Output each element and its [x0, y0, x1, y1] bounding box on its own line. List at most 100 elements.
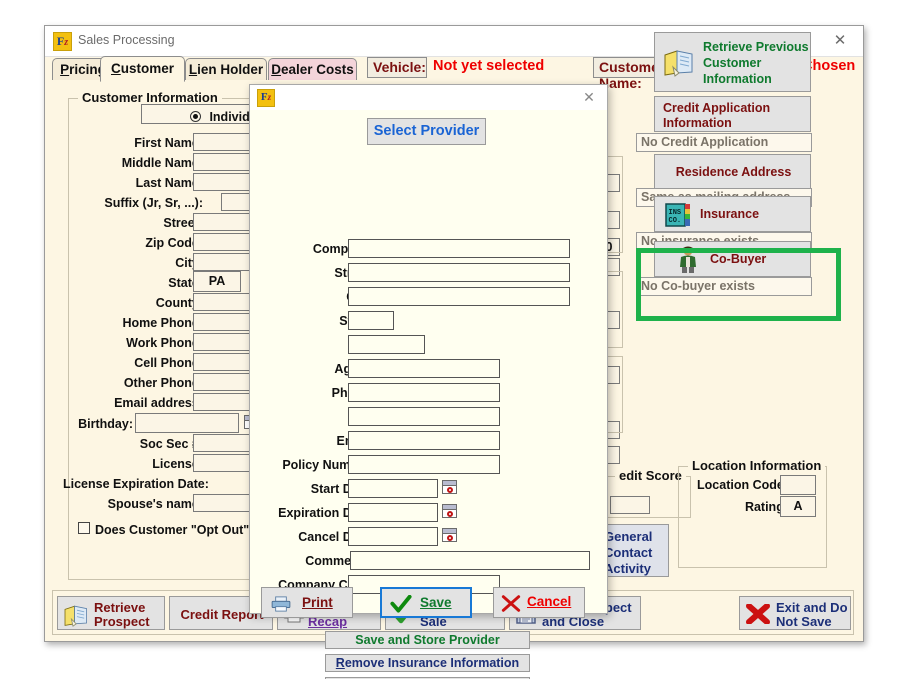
insurance-label: Insurance: [700, 207, 760, 221]
email-input[interactable]: [348, 431, 500, 450]
zip-input[interactable]: [348, 335, 425, 354]
red-x-icon: [500, 595, 522, 615]
exit-and-do-not-save-button[interactable]: Exit and Do Not Save: [739, 596, 851, 630]
ez-logo-icon: Fz: [257, 89, 275, 107]
printer-icon: [270, 596, 292, 615]
retrieve-previous-customer-information-button[interactable]: Retrieve Previous Customer Information: [654, 32, 811, 92]
location-information-legend: Location Information: [688, 458, 826, 473]
customer-information-legend: Customer Information: [78, 90, 222, 105]
remove-insurance-information-label-rest: emove Insurance Information: [344, 656, 520, 670]
company-input[interactable]: [348, 239, 570, 258]
last-name-label: Last Name:: [135, 176, 203, 190]
city-label: City:: [175, 256, 203, 270]
print-accel: P: [302, 595, 312, 610]
remove-insurance-information-button[interactable]: Remove Insurance Information: [325, 654, 530, 672]
credit-application-information-label: Credit Application Information: [663, 101, 771, 130]
person-icon: [677, 246, 699, 277]
expiration-date-calendar-icon[interactable]: [442, 504, 457, 518]
ez-logo-icon: Fz: [53, 32, 72, 51]
cancel-accel: C: [527, 594, 537, 609]
close-button[interactable]: ✕: [817, 26, 863, 55]
vehicle-value: Not yet selected: [433, 58, 545, 74]
cancel-date-input[interactable]: [348, 527, 438, 546]
start-date-input[interactable]: [348, 479, 438, 498]
save-button[interactable]: Save: [380, 587, 472, 618]
residence-address-label: Residence Address: [675, 165, 792, 179]
rating-input[interactable]: A: [780, 496, 816, 517]
fax-input[interactable]: [348, 407, 500, 426]
co-buyer-label: Co-Buyer: [710, 252, 767, 266]
comments-input[interactable]: [350, 551, 590, 570]
opt-out-checkbox[interactable]: [78, 522, 90, 534]
state-input[interactable]: PA: [193, 271, 241, 292]
location-code-input[interactable]: [780, 475, 816, 495]
save-accel: S: [420, 595, 430, 610]
license-expiration-date-label: License Expiration Date:: [63, 477, 209, 491]
credit-application-information-button[interactable]: Credit Application Information: [654, 96, 811, 132]
print-label-rest: rint: [311, 595, 333, 610]
location-code-label: Location Code:: [697, 478, 788, 492]
window-title: Sales Processing: [78, 33, 175, 47]
save-and-store-provider-button[interactable]: Save and Store Provider: [325, 631, 530, 649]
insurance-button[interactable]: INS CO. Insurance: [654, 196, 811, 232]
retrieve-prospect-button[interactable]: Retrieve Prospect: [57, 596, 165, 630]
zip-code-label: Zip Code:: [145, 236, 203, 250]
state-label: State:: [168, 276, 203, 290]
spouses-name-label: Spouse's name:: [107, 497, 203, 511]
city-input[interactable]: [348, 287, 570, 306]
select-provider-button[interactable]: Select Provider: [367, 118, 486, 145]
tab-customer[interactable]: Customer: [100, 56, 185, 82]
red-x-icon: [746, 603, 770, 627]
middle-name-label: Middle Name:: [121, 156, 203, 170]
cancel-date-calendar-icon[interactable]: [442, 528, 457, 542]
cancel-label-rest: ancel: [536, 594, 572, 609]
screenshot-root: Fz Sales Processing ✕ PPricingricing Cus…: [0, 0, 909, 679]
birthday-label: Birthday:: [78, 417, 133, 431]
suffix-label: Suffix (Jr, Sr, ...):: [104, 196, 203, 210]
license-label: License:: [152, 457, 203, 471]
svg-text:CO.: CO.: [669, 217, 682, 225]
tab-dealer-costs[interactable]: Dealer Costs: [268, 58, 357, 80]
cancel-button[interactable]: Cancel: [493, 587, 585, 618]
email-address-label: Email address:: [114, 396, 203, 410]
first-name-label: First Name:: [134, 136, 203, 150]
remove-accel: R: [335, 656, 345, 670]
co-buyer-button[interactable]: Co-Buyer: [654, 241, 811, 277]
individual-radio[interactable]: [190, 111, 201, 122]
phone-input[interactable]: [348, 383, 500, 402]
expiration-date-input[interactable]: [348, 503, 438, 522]
folder-documents-icon: [663, 47, 697, 80]
insurance-book-icon: INS CO.: [665, 203, 691, 230]
exit-and-do-not-save-label: Exit and Do Not Save: [776, 600, 848, 629]
policy-number-input[interactable]: [348, 455, 500, 474]
cell-phone-label: Cell Phone:: [134, 356, 203, 370]
street-input[interactable]: [348, 263, 570, 282]
dialog-close-button[interactable]: ✕: [571, 85, 607, 110]
soc-sec-label: Soc Sec #:: [139, 437, 203, 451]
svg-text:INS: INS: [669, 209, 682, 217]
general-contact-activity-button[interactable]: General Contact Activity: [601, 524, 669, 577]
retrieve-prospect-label: Retrieve Prospect: [94, 600, 150, 629]
other-phone-label: Other Phone:: [123, 376, 203, 390]
start-date-calendar-icon[interactable]: [442, 480, 457, 494]
tab-lien-holder[interactable]: Lien Holder: [185, 58, 267, 80]
retrieve-previous-customer-information-label: Retrieve Previous Customer Information: [703, 40, 809, 86]
vehicle-label: Vehicle:: [367, 57, 427, 78]
home-phone-label: Home Phone:: [122, 316, 203, 330]
birthday-input[interactable]: [135, 413, 239, 433]
save-label-rest: ave: [429, 595, 452, 610]
folder-documents-icon: [62, 603, 92, 630]
work-phone-label: Work Phone:: [126, 336, 203, 350]
credit-score-legend: edit Score: [615, 468, 686, 483]
credit-score-input[interactable]: [610, 496, 650, 514]
county-label: County:: [155, 296, 203, 310]
no-credit-application-status: No Credit Application: [636, 133, 812, 152]
green-check-icon: [390, 594, 412, 617]
street-label: Street:: [163, 216, 203, 230]
residence-address-button[interactable]: Residence Address: [654, 154, 811, 190]
agent-input[interactable]: [348, 359, 500, 378]
print-button[interactable]: Print: [261, 587, 353, 618]
rating-label: Rating:: [744, 500, 788, 514]
opt-out-label: Does Customer "Opt Out" o: [95, 523, 261, 537]
state-input[interactable]: [348, 311, 394, 330]
